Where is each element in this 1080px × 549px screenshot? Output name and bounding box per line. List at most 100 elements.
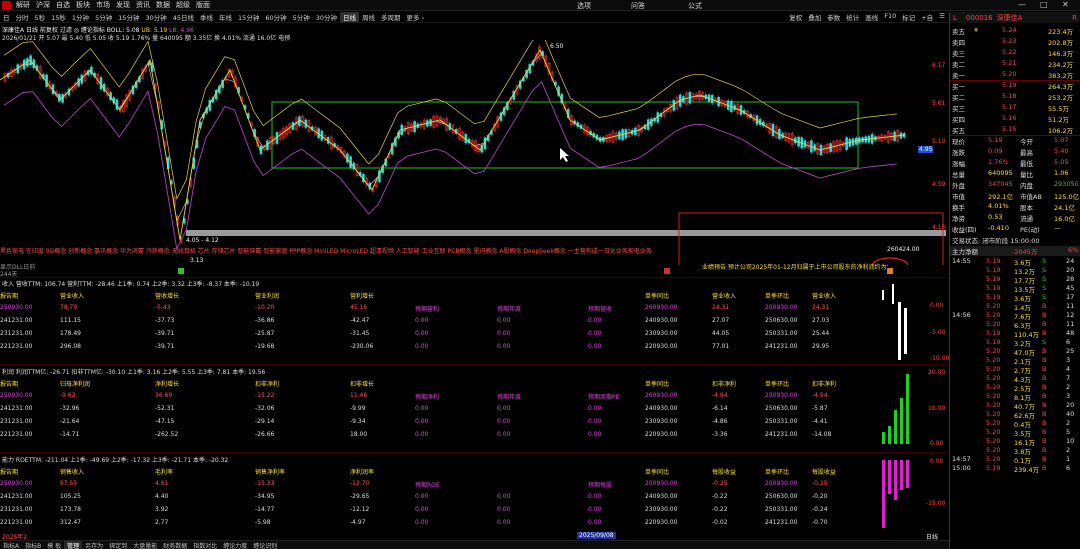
tick-price: 5.20 [986,374,1001,382]
period-item[interactable]: 30分钟 [313,12,340,22]
tool-stats-button[interactable]: 统计 [843,12,862,22]
panel-title: 收入 营收TTM: 106.74 营利TTM: -28.46 上1季: 0.74… [2,281,260,288]
ask-volume: 383.2万 [1048,72,1074,80]
menu-item[interactable]: 资讯 [133,0,153,11]
bottom-tab-active[interactable]: 管理 [64,540,83,549]
menu-icon[interactable]: ☰ [936,12,948,22]
close-icon[interactable]: ✕ [1062,0,1069,9]
panel-cell: 250930.00 [0,392,33,399]
panel-header-cell: 销售收入 [60,469,85,476]
tick-count: 10 [1066,437,1075,445]
tool-mark-button[interactable]: 标记 [899,12,918,22]
stat-value: 0.09 [988,147,1003,155]
tool-f10-button[interactable]: F10 [881,12,899,22]
bid-volume: 55.5万 [1048,105,1069,113]
tab-formula[interactable]: 公式 [688,1,702,11]
menu-item[interactable]: 市场 [93,0,113,11]
period-item[interactable]: 60分钟 [262,12,289,22]
stat-label: 股本 [1020,204,1033,212]
panel-cell: 173.78 [60,506,81,513]
ask-price: 5.20 [1002,70,1017,78]
bottom-tab[interactable]: 指标B [22,541,44,549]
bottom-tab[interactable]: 模 板 [44,541,64,549]
minimize-icon[interactable]: — [1018,0,1026,9]
nav-right-button[interactable]: R [1069,14,1080,22]
menu-item[interactable]: 沪深 [33,0,53,11]
maximize-icon[interactable]: □ [1040,0,1048,9]
period-item-more[interactable]: 更多 › [404,12,428,22]
ask-row: 卖三 5.22 146.3万 [950,48,1080,58]
menu-item[interactable]: 发现 [113,0,133,11]
tab-options[interactable]: 选项 [577,1,591,11]
period-item[interactable]: 5分钟 [290,12,313,22]
panel-cell: -19.68 [255,343,275,350]
tool-fuquan-button[interactable]: 复权 [786,12,805,22]
menu-item[interactable]: 板块 [73,0,93,11]
panel-cell: 77.01 [712,343,730,350]
tick-price: 5.20 [986,383,1001,391]
panel-cell: 241231.00 [765,431,798,438]
panel-header-cell: 销售净利率 [255,469,286,476]
menu-item[interactable]: 自选 [53,0,73,11]
period-item[interactable]: 季线 [197,12,216,22]
panel-cell: 0.00 [415,431,429,438]
tab-qa[interactable]: 问答 [631,1,645,11]
bid-price: 5.15 [1002,125,1017,133]
kline-chart[interactable] [0,40,948,265]
panel-cell: -39.71 [155,343,175,350]
bottom-tab[interactable]: 指数对比 [190,541,220,549]
panel-cell: 250630.00 [765,317,798,324]
panel-header-cell: 单季同比 [645,469,670,476]
bottom-tab[interactable]: 另存为 [82,541,106,549]
menu-item[interactable]: 版面 [193,0,213,11]
bottom-tab[interactable]: 缠论力度 [220,541,250,549]
tick-row: 5.20 2.1万 B 3 [950,356,1080,366]
tool-draw-button[interactable]: 画线 [862,12,881,22]
period-item[interactable]: 多周期 [378,12,404,22]
menu-item[interactable]: 解研 [13,0,33,11]
tick-side: B [1042,374,1047,382]
tick-side: S [1042,284,1047,292]
bottom-tab[interactable]: 绑定到 [106,541,130,549]
bid-row: 买四 5.16 51.2万 [950,114,1080,124]
stat-label: 内盘 [1020,182,1033,190]
period-item[interactable]: 45日线 [170,12,197,22]
ask-volume: 202.8万 [1048,39,1074,47]
bottom-tab[interactable]: 财务数据 [160,541,190,549]
panel-cell: 240930.00 [645,317,678,324]
bottom-tab[interactable]: 缠论识别 [250,541,280,549]
period-item[interactable]: 5分钟 [92,12,115,22]
stat-label: 外盘 [952,182,965,190]
nav-left-button[interactable]: L [950,14,960,22]
menu-item[interactable]: 数据 [153,0,173,11]
period-item[interactable]: 15分钟 [115,12,142,22]
tool-add-button[interactable]: +自 [918,12,936,22]
tick-price: 5.20 [986,446,1001,454]
tick-side: S [1042,257,1047,265]
stat-label: 现价 [952,138,965,146]
menu-item[interactable]: 超级 [173,0,193,11]
panel-cell: 0.00 [497,431,511,438]
period-item[interactable]: 5秒 [32,12,49,22]
period-item-active[interactable]: 日线 [340,12,360,22]
period-item[interactable]: 15秒 [48,12,69,22]
period-item[interactable]: 1分钟 [69,12,92,22]
period-item[interactable]: 15分钟 [235,12,262,22]
price-axis-label: 4.15 [932,224,946,231]
period-item[interactable]: 年线 [216,12,235,22]
tick-count: 17 [1066,293,1075,301]
notice-text[interactable]: 业绩预告 预计公司2025年01-12月归属于上市公司股东的净利润约为亏损... [702,262,888,271]
period-item[interactable]: 30分钟 [142,12,169,22]
period-item[interactable]: 分时 [13,12,32,22]
tick-price: 5.20 [986,347,1001,355]
period-item[interactable]: 日 [0,12,13,22]
trade-status: 交易状态: 闭市阶段 15:00:00 [952,237,1040,245]
panel-cell: -0.22 [712,506,728,513]
bottom-tab[interactable]: 指标A [0,541,22,549]
tool-params-button[interactable]: 参数 [824,12,843,22]
tool-overlay-button[interactable]: 叠加 [805,12,824,22]
bottom-tab[interactable]: 大盘量能 [130,541,160,549]
tick-row: 5.19 3.6万 S 17 [950,293,1080,303]
panel-cell: -4.94 [712,392,728,399]
period-item[interactable]: 周线 [359,12,378,22]
